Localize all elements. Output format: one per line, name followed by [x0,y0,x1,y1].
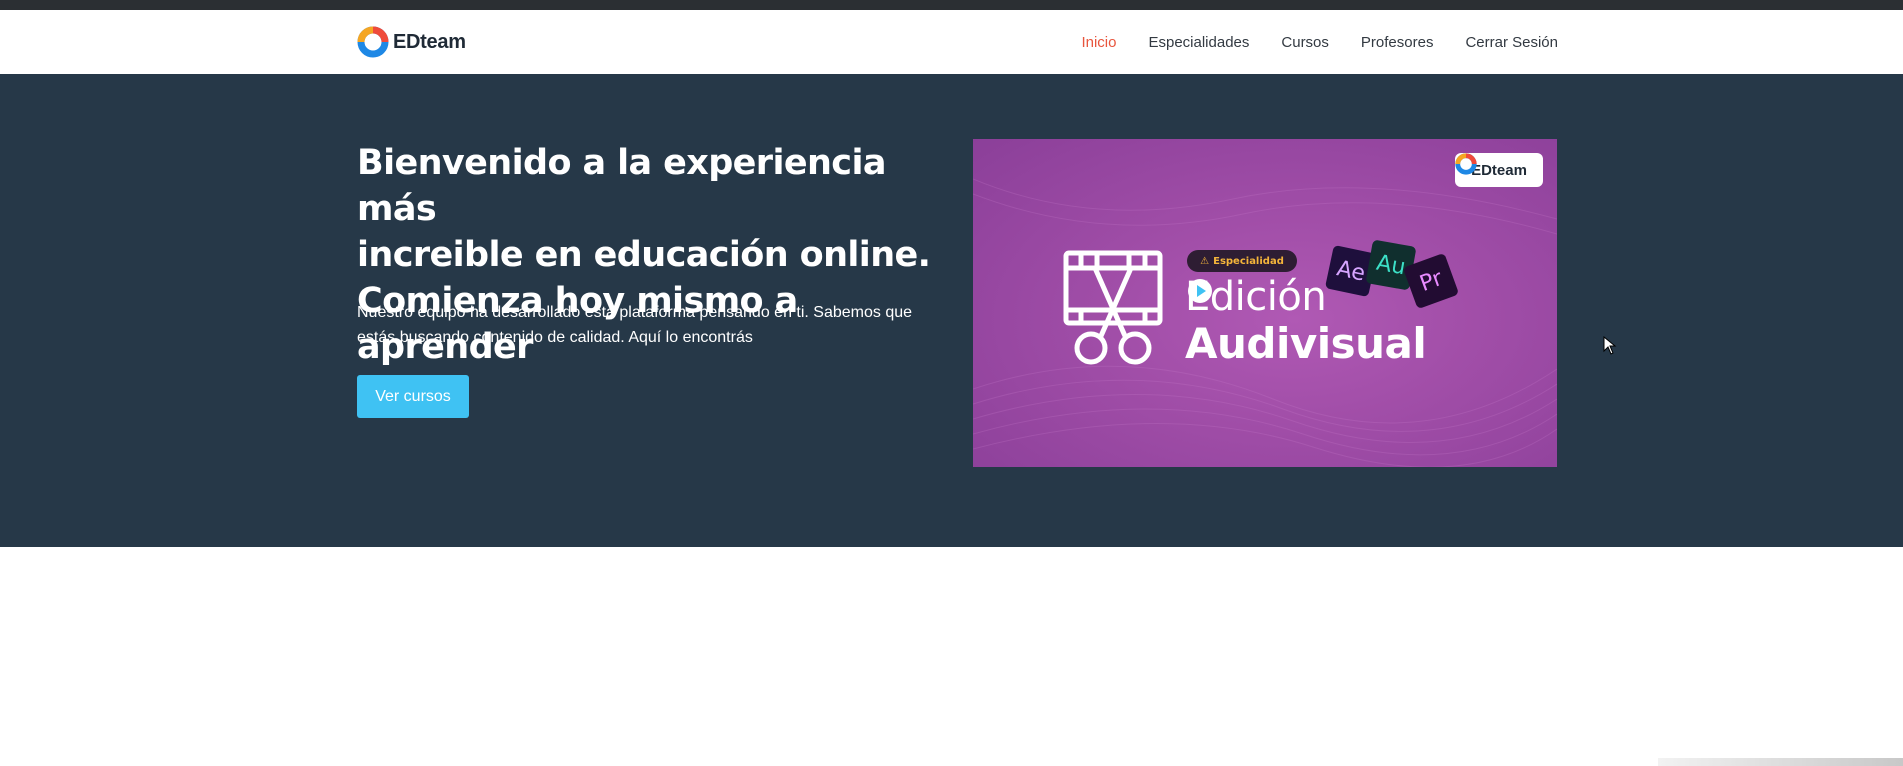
browser-top-strip [0,0,1903,10]
nav-link-cursos[interactable]: Cursos [1281,34,1329,51]
badge-text: Especialidad [1213,255,1284,267]
navbar: EDteam Inicio Especialidades Cursos Prof… [0,10,1903,74]
film-scissors-icon [1063,250,1163,365]
hero-description-line: estás buscando contenido de calidad. Aqu… [357,329,753,346]
hero-title-line: Bienvenido a la experiencia más [357,143,886,229]
banner-title-part: visual [1289,319,1427,368]
mouse-cursor-icon [1603,336,1617,355]
banner-title-part: Audi [1185,319,1290,368]
page-bottom-shadow [1658,758,1903,766]
edteam-logo[interactable]: EDteam [357,25,466,59]
banner-title-line2: Audi visual [1185,279,1427,365]
hero-description-line: Nuestro equipo ha desarrollado esta plat… [357,304,913,321]
hero-description: Nuestro equipo ha desarrollado esta plat… [357,300,947,350]
banner-edteam-logo: EDteam [1455,153,1543,187]
nav-link-especialidades[interactable]: Especialidades [1148,34,1249,51]
nav-link-cerrar-sesion[interactable]: Cerrar Sesión [1465,34,1558,51]
hero-section: Bienvenido a la experiencia más increibl… [0,74,1903,547]
specialty-badge: ⚠ Especialidad [1187,250,1297,272]
play-icon [1188,279,1212,303]
specialty-banner[interactable]: EDteam ⚠ Especialidad Edición Audi visua… [973,139,1557,467]
ver-cursos-button[interactable]: Ver cursos [357,375,469,418]
banner-logo-text: EDteam [1471,161,1527,179]
logo-text: EDteam [393,30,466,53]
nav-link-inicio[interactable]: Inicio [1081,34,1116,51]
warning-icon: ⚠ [1200,255,1210,267]
main-nav: Inicio Especialidades Cursos Profesores … [1081,10,1558,74]
hero-title-line: increible en educación online. [357,235,931,275]
banner-title: Edición Audi visual [1185,277,1427,365]
nav-link-profesores[interactable]: Profesores [1361,34,1434,51]
edteam-logo-icon [1455,153,1477,175]
edteam-logo-icon [357,26,389,58]
